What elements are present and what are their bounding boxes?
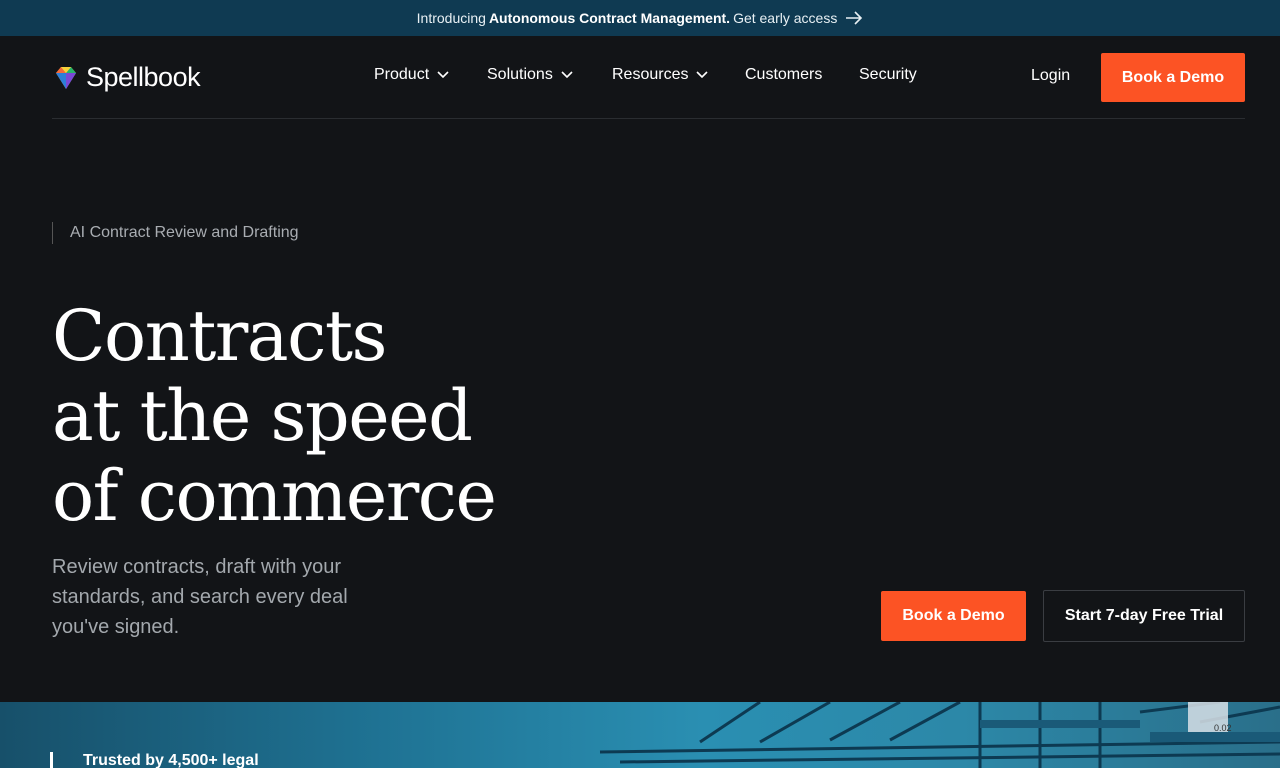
gem-icon [56,66,76,89]
nav-item-customers[interactable]: Customers [745,66,822,84]
nav-item-label: Resources [612,66,689,83]
main-nav: Spellbook Product Solutions Resources Cu… [52,36,1245,119]
headline-line: at the speed [52,375,473,457]
nav-item-label: Product [374,66,430,83]
headline-line: Contracts [52,295,387,377]
brand-name: Spellbook [86,62,201,92]
trusted-by-text: Trusted by 4,500+ legal [50,752,259,768]
hero-headline: Contracts at the speed of commerce [52,295,497,537]
announcement-highlight: Autonomous Contract Management. [488,10,731,26]
login-link[interactable]: Login [1031,67,1070,85]
nav-book-demo-button[interactable]: Book a Demo [1101,53,1245,102]
nav-item-label: Solutions [487,66,553,83]
nav-item-label: Customers [745,66,823,83]
nav-item-solutions[interactable]: Solutions [487,66,573,84]
hero-image-band: 0.02 Trusted by 4,500+ legal [0,702,1280,768]
hero-subtext: Review contracts, draft with your standa… [52,556,348,638]
arrow-right-icon [846,11,863,25]
nav-item-product[interactable]: Product [374,66,449,84]
announcement-prefix: Introducing [416,10,486,26]
headline-line: of commerce [52,455,497,537]
chevron-down-icon [437,71,449,79]
nav-item-label: Security [859,66,917,83]
chevron-down-icon [696,71,709,79]
announcement-bar[interactable]: Introducing Autonomous Contract Manageme… [0,0,1280,36]
free-trial-button[interactable]: Start 7-day Free Trial [1043,590,1245,642]
nav-item-security[interactable]: Security [859,66,917,84]
brand-logo[interactable]: Spellbook [52,62,201,93]
announcement-cta[interactable]: Get early access [733,10,837,26]
hero-book-demo-button[interactable]: Book a Demo [881,591,1026,641]
crane-marking: 0.02 [1214,723,1232,733]
chevron-down-icon [561,71,573,79]
hero-eyebrow: AI Contract Review and Drafting [52,222,299,244]
nav-item-resources[interactable]: Resources [612,66,709,84]
